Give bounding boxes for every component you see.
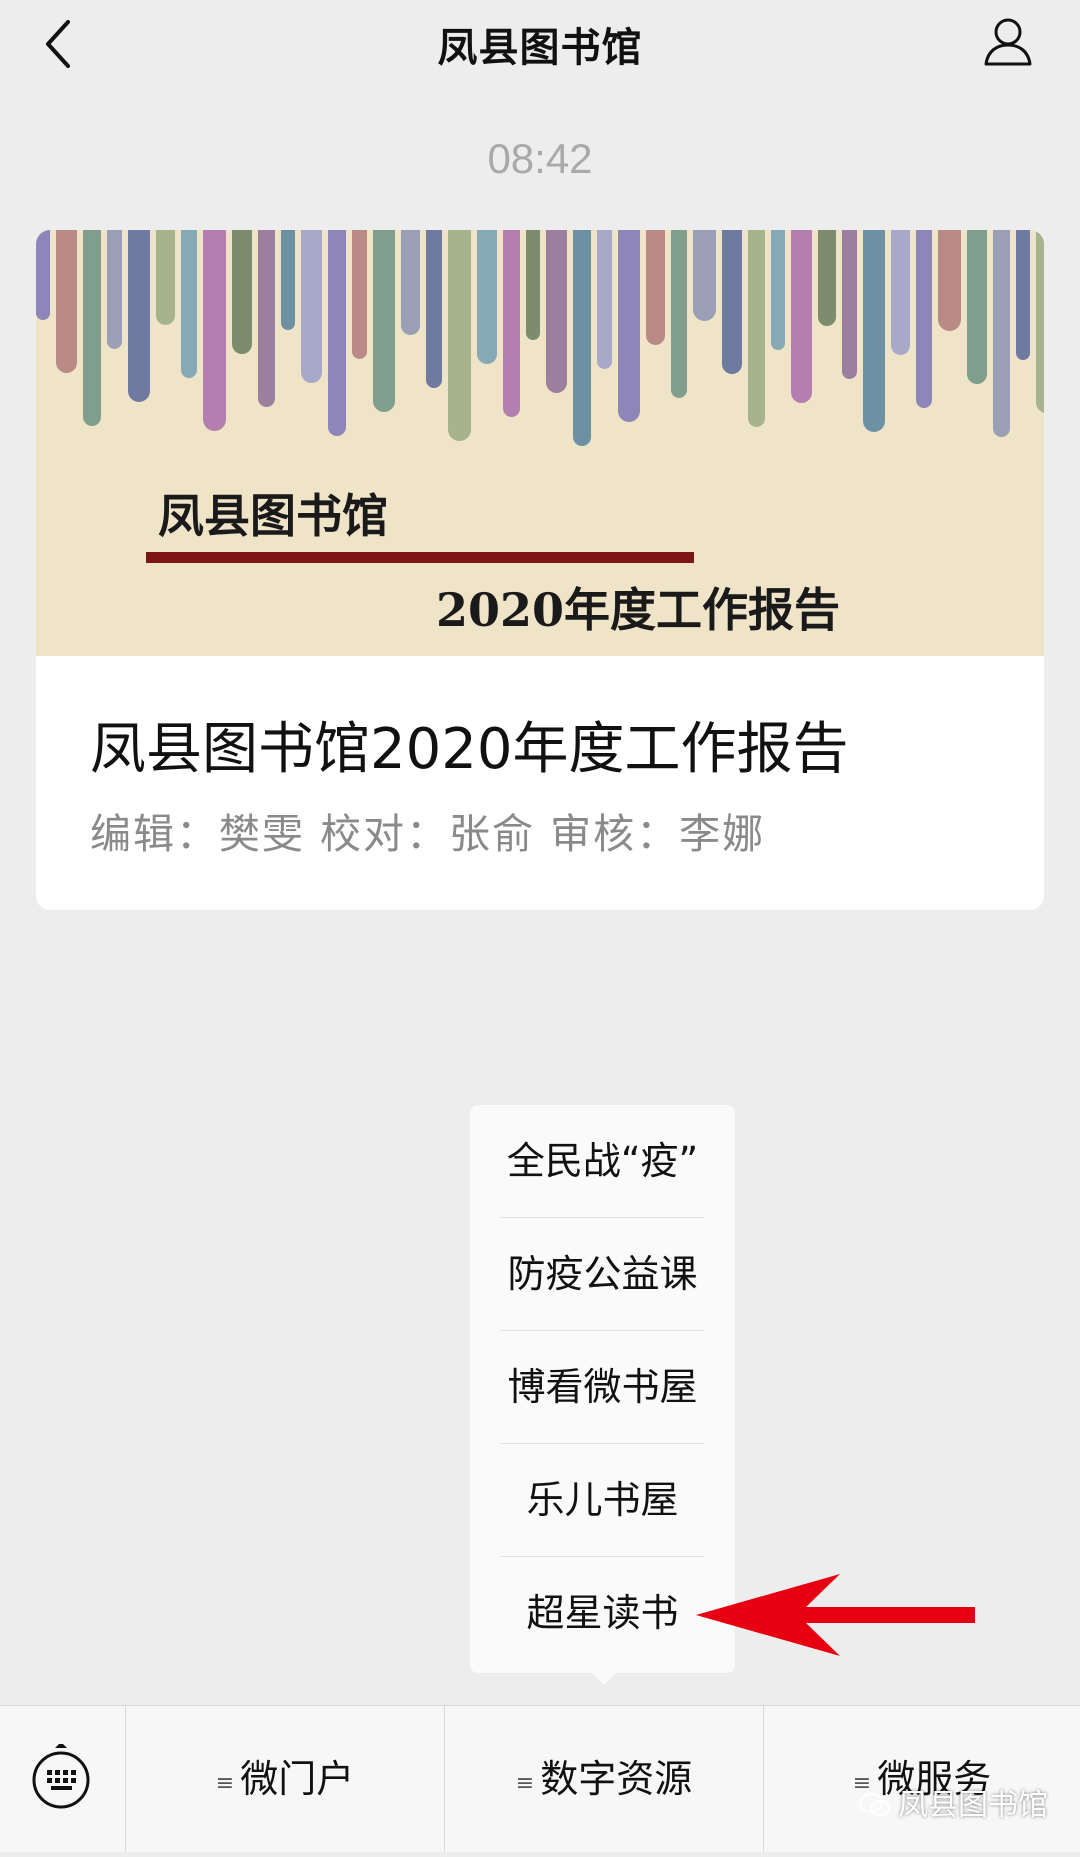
cover-stripe (916, 230, 932, 408)
cover-stripe (573, 230, 591, 446)
message-timestamp: 08:42 (487, 135, 593, 182)
cover-stripe (232, 230, 252, 354)
submenu-item-quanmin[interactable]: 全民战“疫” (500, 1105, 705, 1218)
menu-label: 微门户 (240, 1757, 355, 1801)
cover-subtitle: 2020年度工作报告 (436, 583, 841, 637)
cover-stripe (938, 230, 961, 331)
keyboard-toggle-button[interactable] (0, 1706, 126, 1852)
article-title: 凤县图书馆2020年度工作报告 (90, 717, 849, 782)
cover-stripe (401, 230, 420, 335)
cover-stripe (597, 230, 612, 369)
page-title: 凤县图书馆 (437, 25, 643, 71)
user-icon (984, 18, 1032, 66)
cover-stripe (301, 230, 322, 383)
menu-lines-icon: ≡ (515, 1771, 535, 1796)
cover-stripe (203, 230, 226, 431)
cover-stripe (771, 230, 785, 350)
cover-stripe (181, 230, 197, 378)
cover-stripe (646, 230, 665, 345)
cover-stripe (156, 230, 175, 325)
profile-button[interactable] (978, 12, 1038, 72)
cover-stripe (448, 230, 471, 441)
menu-label: 数字资源 (540, 1757, 693, 1801)
cover-stripe (107, 230, 122, 349)
keyboard-icon (32, 1744, 90, 1809)
cover-stripe (36, 230, 50, 320)
cover-stripe (818, 230, 836, 326)
cover-stripe (128, 230, 150, 402)
submenu-item-fangyi[interactable]: 防疫公益课 (500, 1218, 705, 1331)
cover-stripe (1016, 230, 1030, 360)
menu-wei-service[interactable]: ≡ 微服务 (764, 1706, 1080, 1852)
article-cover-image: 凤县图书馆 2020年度工作报告 (36, 230, 1044, 656)
cover-stripe (352, 230, 367, 359)
cover-stripe (891, 230, 910, 355)
cover-title: 凤县图书馆 (158, 489, 388, 543)
cover-stripe (328, 230, 346, 436)
cover-stripe (671, 230, 687, 398)
menu-wei-portal[interactable]: ≡ 微门户 (126, 1706, 445, 1852)
cover-stripe (993, 230, 1010, 437)
cover-stripe (722, 230, 742, 374)
cover-stripe (842, 230, 857, 379)
cover-stripe (56, 230, 77, 373)
cover-stripe (618, 230, 640, 422)
cover-stripe (503, 230, 520, 417)
cover-stripe (281, 230, 295, 330)
menu-digital-resources[interactable]: ≡ 数字资源 (445, 1706, 764, 1852)
submenu-item-leer[interactable]: 乐儿书屋 (500, 1444, 705, 1557)
bottom-menu-bar: ≡ 微门户 ≡ 数字资源 ≡ 微服务 (0, 1705, 1080, 1852)
watermark-text: 凤县图书馆 (898, 1788, 1048, 1823)
submenu-item-bokan[interactable]: 博看微书屋 (500, 1331, 705, 1444)
cover-stripe (526, 230, 540, 340)
cover-stripe (258, 230, 275, 407)
cover-stripe (1036, 230, 1044, 413)
article-meta: 编辑：樊雯 校对：张俞 审核：李娜 (90, 810, 766, 858)
cover-stripe (863, 230, 885, 432)
menu-lines-icon: ≡ (215, 1771, 235, 1796)
wechat-icon (859, 1793, 890, 1816)
cover-stripe (477, 230, 497, 364)
cover-stripe (546, 230, 567, 393)
watermark: 凤县图书馆 (858, 1780, 1048, 1824)
submenu-item-chaoxing[interactable]: 超星读书 (500, 1557, 705, 1669)
cover-stripe (426, 230, 442, 388)
red-arrow-annotation (696, 1574, 975, 1656)
cover-divider (146, 552, 694, 563)
article-card[interactable]: 凤县图书馆 2020年度工作报告 凤县图书馆2020年度工作报告 编辑：樊雯 校… (36, 230, 1044, 910)
cover-stripe (748, 230, 765, 427)
cover-stripe (83, 230, 101, 426)
cover-stripe (693, 230, 716, 321)
cover-stripe (791, 230, 812, 403)
cover-stripe (373, 230, 395, 412)
top-bar: 凤县图书馆 (0, 0, 1080, 90)
cover-stripe (967, 230, 987, 384)
